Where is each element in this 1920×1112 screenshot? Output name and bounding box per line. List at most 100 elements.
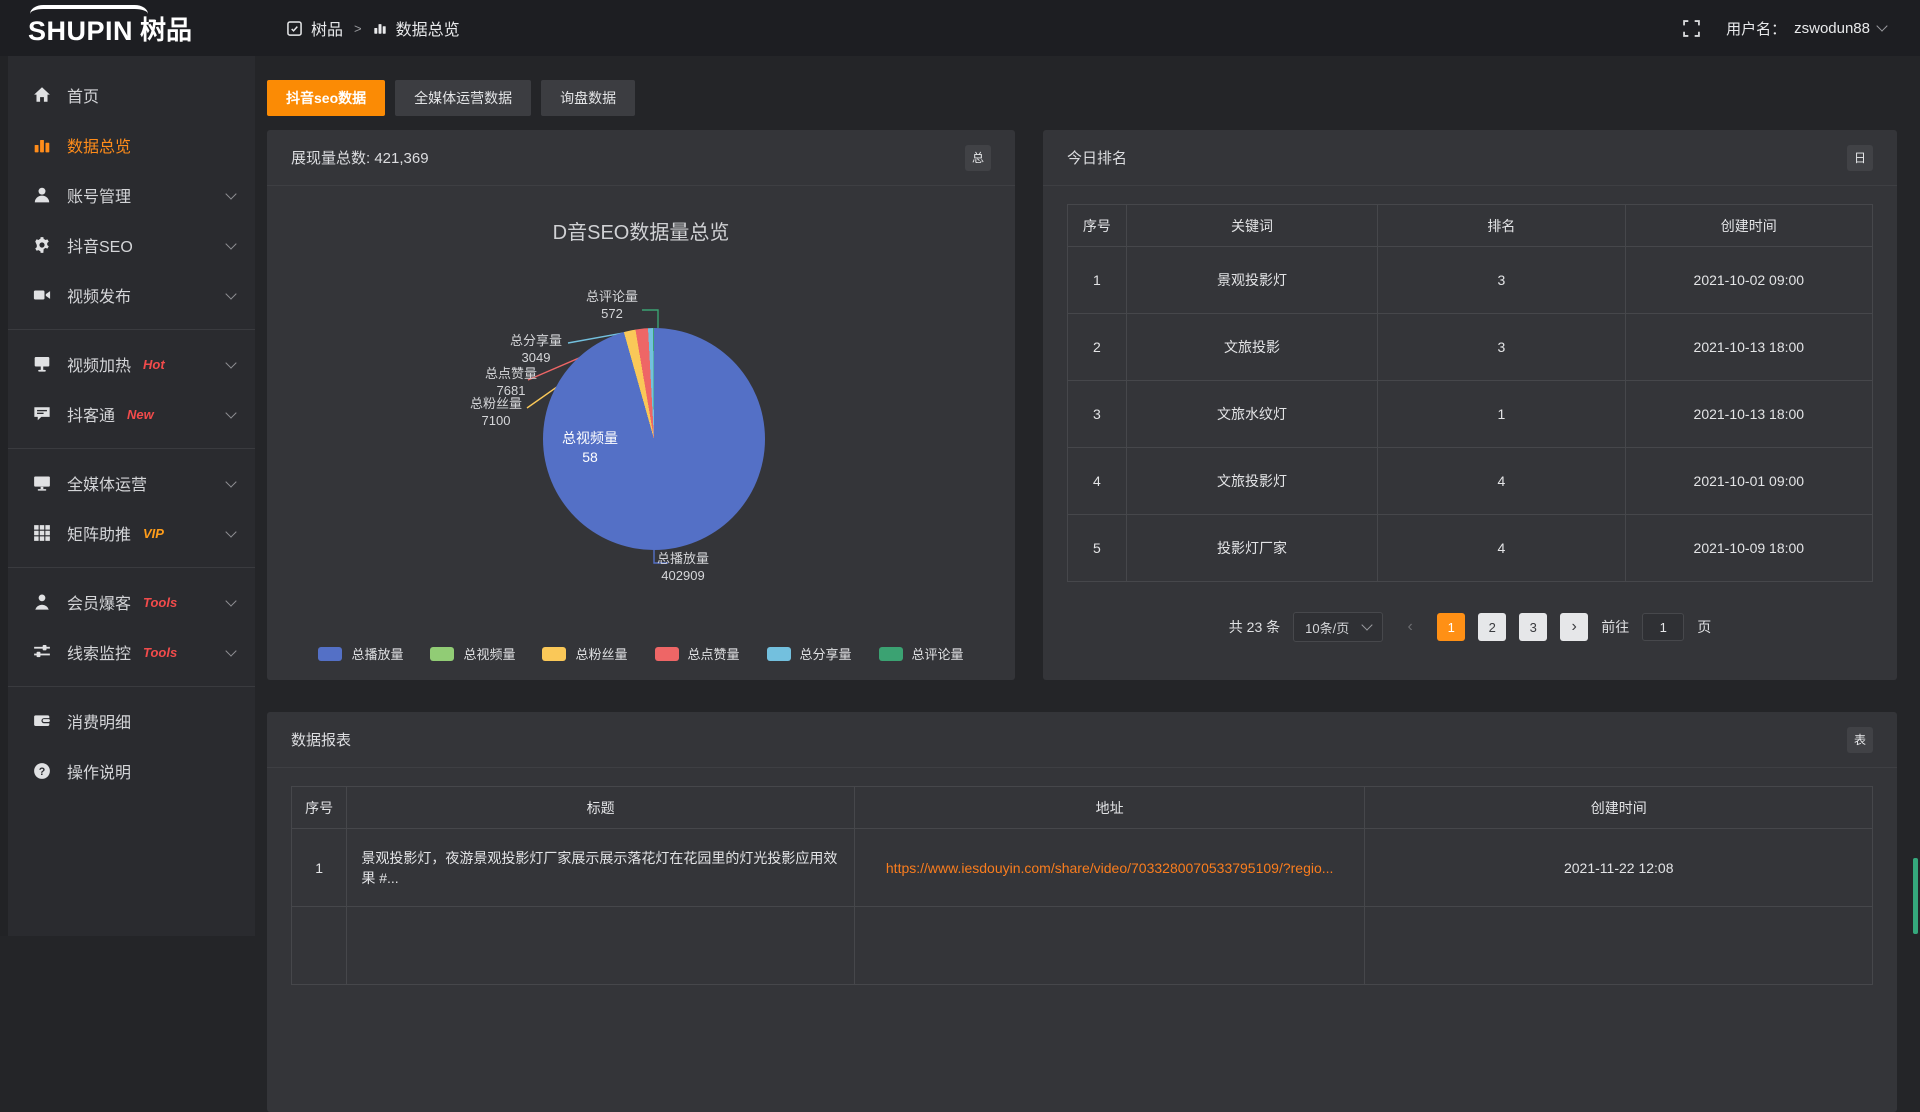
sidebar-item-operation-guide[interactable]: ?操作说明 [0,746,255,796]
sidebar-item-label: 账号管理 [67,183,131,207]
legend-swatch [767,647,791,661]
report-panel-title: 数据报表 [291,729,351,750]
prev-page-button[interactable]: ‹ [1396,613,1424,641]
legend-item-总播放量[interactable]: 总播放量 [318,644,403,663]
breadcrumb-current-icon [373,21,387,35]
page-button-2[interactable]: 2 [1478,613,1506,641]
tab-douyin-seo-data[interactable]: 抖音seo数据 [267,80,385,116]
top-bar: SHUPIN 树品 树品 > 数据总览 用户名：zswodun88 [0,0,1920,56]
pie-label-总播放量: 总播放量402909 [657,550,709,584]
legend-item-总粉丝量[interactable]: 总粉丝量 [542,644,627,663]
legend-item-总分享量[interactable]: 总分享量 [767,644,852,663]
sidebar-item-label: 视频发布 [67,283,131,307]
legend-item-总点赞量[interactable]: 总点赞量 [655,644,740,663]
page-button-3[interactable]: 3 [1519,613,1547,641]
sidebar-item-clue-monitor[interactable]: 线索监控Tools [0,627,255,677]
table-cell: 1 [1068,247,1127,314]
next-page-button[interactable]: › [1560,613,1588,641]
chart-legend: 总播放量 总视频量 总粉丝量 总点赞量 总分享量 总评论量 [267,644,1015,663]
scrollbar-thumb[interactable] [1913,858,1918,934]
page-button-1[interactable]: 1 [1437,613,1465,641]
video-title-cell: 景观投影灯，夜游景观投影灯厂家展示展示落花灯在花园里的灯光投影应用效果 #... [347,829,855,907]
sidebar-item-video-heat[interactable]: 视频加热Hot [0,339,255,389]
breadcrumb-current: 数据总览 [396,16,460,40]
sidebar-item-matrix-boost[interactable]: 矩阵助推VIP [0,508,255,558]
column-header: 排名 [1378,205,1625,247]
chart-panel-title: 展现量总数: 421,369 [291,147,429,168]
table-row: 3文旅水纹灯12021-10-13 18:00 [1068,381,1873,448]
tab-inquiry-data[interactable]: 询盘数据 [541,80,635,116]
goto-page-input[interactable] [1642,613,1684,641]
fullscreen-icon[interactable] [1683,20,1700,37]
bar-chart-icon [32,135,52,155]
sidebar-item-douyin-seo[interactable]: 抖音SEO [0,220,255,270]
ranking-table: 序号关键词排名创建时间1景观投影灯32021-10-02 09:002文旅投影3… [1067,204,1873,582]
table-header-row: 序号关键词排名创建时间 [1068,205,1873,247]
table-cell: 2 [1068,314,1127,381]
pie-label-总粉丝量: 总粉丝量7100 [470,395,522,429]
ranking-panel-title: 今日排名 [1067,147,1127,168]
sliders-icon [32,642,52,662]
legend-item-总视频量[interactable]: 总视频量 [430,644,515,663]
gear-icon [32,235,52,255]
ranking-panel: 今日排名 日 序号关键词排名创建时间1景观投影灯32021-10-02 09:0… [1043,130,1897,680]
sidebar-item-consume-detail[interactable]: 消费明细 [0,696,255,746]
day-badge-button[interactable]: 日 [1847,145,1873,171]
sidebar-item-data-overview[interactable]: 数据总览 [0,120,255,170]
pie-label-总视频量: 总视频量58 [562,429,618,467]
sidebar-item-home[interactable]: 首页 [0,70,255,120]
sidebar-item-doukertong[interactable]: 抖客通New [0,389,255,439]
chevron-down-icon [225,526,236,537]
table-cell: 5 [1068,515,1127,582]
video-title-cell [347,907,855,985]
page-size-value: 10条/页 [1305,618,1349,637]
table-cell: 1 [1378,381,1625,448]
column-header: 创建时间 [1625,205,1872,247]
heat-icon [32,354,52,374]
breadcrumb-root[interactable]: 树品 [311,16,343,40]
sidebar-item-media-operation[interactable]: 全媒体运营 [0,458,255,508]
sidebar-item-video-publish[interactable]: 视频发布 [0,270,255,320]
chat-icon [32,404,52,424]
table-cell: 3 [1068,381,1127,448]
table-cell [1365,907,1873,985]
sidebar-item-label: 会员爆客 [67,590,131,614]
chevron-down-icon [225,238,236,249]
table-cell: 2021-10-09 18:00 [1625,515,1872,582]
username: zswodun88 [1794,20,1870,37]
legend-label: 总播放量 [351,644,403,663]
column-header: 标题 [347,787,855,829]
table-row: 1景观投影灯，夜游景观投影灯厂家展示展示落花灯在花园里的灯光投影应用效果 #..… [292,829,1873,907]
table-cell: 文旅投影 [1126,314,1378,381]
legend-swatch [318,647,342,661]
member-icon [32,592,52,612]
legend-label: 总视频量 [463,644,515,663]
table-cell: 文旅投影灯 [1126,448,1378,515]
table-badge-button[interactable]: 表 [1847,727,1873,753]
chevron-down-icon [225,595,236,606]
sidebar-item-label: 矩阵助推 [67,521,131,545]
sidebar-item-member-baoke[interactable]: 会员爆客Tools [0,577,255,627]
tab-media-operation-data[interactable]: 全媒体运营数据 [395,80,531,116]
legend-swatch [879,647,903,661]
table-cell: 4 [1378,515,1625,582]
table-header-row: 序号标题地址创建时间 [292,787,1873,829]
username-label: 用户名： [1726,18,1786,39]
sidebar-item-label: 消费明细 [67,709,131,733]
page-size-select[interactable]: 10条/页 [1293,612,1383,642]
table-cell: 3 [1378,314,1625,381]
legend-label: 总分享量 [800,644,852,663]
column-header: 地址 [854,787,1365,829]
legend-label: 总点赞量 [688,644,740,663]
user-icon [32,185,52,205]
total-badge-button[interactable]: 总 [965,145,991,171]
legend-item-总评论量[interactable]: 总评论量 [879,644,964,663]
wallet-icon [32,711,52,731]
table-cell: 2021-10-13 18:00 [1625,381,1872,448]
video-url-link[interactable]: https://www.iesdouyin.com/share/video/70… [886,860,1334,876]
user-menu[interactable]: 用户名： zswodun88 [1726,18,1886,39]
legend-label: 总粉丝量 [575,644,627,663]
sidebar-item-label: 首页 [67,83,99,107]
sidebar-item-account-manage[interactable]: 账号管理 [0,170,255,220]
sidebar-item-label: 抖客通 [67,402,115,426]
